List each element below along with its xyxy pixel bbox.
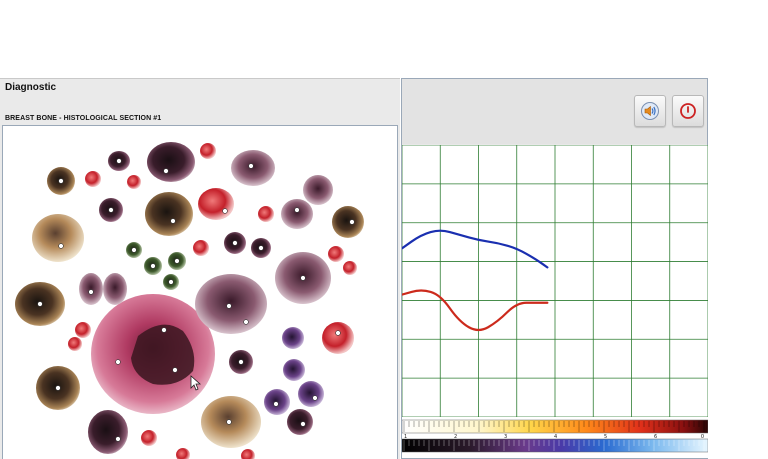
cell[interactable] <box>281 199 313 229</box>
cell[interactable] <box>328 246 344 262</box>
toolbar <box>402 79 707 144</box>
scale-tick-label: 5 <box>604 434 607 440</box>
color-scale: 1 2 3 4 5 6 0 <box>402 417 708 458</box>
section-title: BREAST BONE - HISTOLOGICAL SECTION #1 <box>5 115 162 122</box>
cell[interactable] <box>145 192 193 236</box>
diagnostic-app: Diagnostic BREAST BONE - HISTOLOGICAL SE… <box>0 0 768 459</box>
cell[interactable] <box>282 327 304 349</box>
chart-grid <box>402 145 708 417</box>
warm-scale-band <box>402 419 708 434</box>
cell[interactable] <box>283 359 305 381</box>
scale-tick-label: 1 <box>404 434 407 440</box>
cell[interactable] <box>332 206 364 238</box>
scale-tick-label: 2 <box>454 434 457 440</box>
window-title: Diagnostic <box>5 82 57 93</box>
diagnostic-panel: Diagnostic BREAST BONE - HISTOLOGICAL SE… <box>0 78 400 459</box>
histology-view[interactable] <box>2 125 398 459</box>
sound-button[interactable] <box>634 95 666 127</box>
cool-scale-band <box>402 438 708 453</box>
cell[interactable] <box>241 449 255 459</box>
cell[interactable] <box>298 381 324 407</box>
analysis-panel: 1 2 3 4 5 6 0 <box>401 78 708 459</box>
cell[interactable] <box>200 143 216 159</box>
cell[interactable] <box>79 273 103 305</box>
cell[interactable] <box>68 337 82 351</box>
cell[interactable] <box>303 175 333 205</box>
cell[interactable] <box>287 409 313 435</box>
histology-image <box>15 142 364 459</box>
cell[interactable] <box>32 214 84 262</box>
cell[interactable] <box>127 175 141 189</box>
scale-tick-label: 3 <box>504 434 507 440</box>
signal-chart <box>402 145 708 417</box>
cell[interactable] <box>141 430 157 446</box>
cell[interactable] <box>103 273 127 305</box>
cell[interactable] <box>75 322 91 338</box>
cell[interactable] <box>85 171 101 187</box>
cell[interactable] <box>198 188 234 220</box>
signal-graph <box>402 145 708 417</box>
scale-tick-label: 4 <box>554 434 557 440</box>
cell[interactable] <box>195 274 267 334</box>
cell[interactable] <box>258 206 274 222</box>
cell[interactable] <box>176 448 190 459</box>
power-button[interactable] <box>672 95 704 127</box>
cell[interactable] <box>193 240 209 256</box>
scale-tick-label: 6 <box>654 434 657 440</box>
color-scale-bar: 1 2 3 4 5 6 0 <box>402 419 708 453</box>
cell[interactable] <box>343 261 357 275</box>
cell[interactable] <box>147 142 195 182</box>
chart-series <box>402 229 549 332</box>
series-line-2 <box>402 289 549 332</box>
cell[interactable] <box>231 150 275 186</box>
power-icon <box>680 103 696 119</box>
cell[interactable] <box>88 410 128 454</box>
scale-tick-label: 0 <box>701 434 704 440</box>
cell[interactable] <box>322 322 354 354</box>
speaker-icon <box>641 102 659 120</box>
